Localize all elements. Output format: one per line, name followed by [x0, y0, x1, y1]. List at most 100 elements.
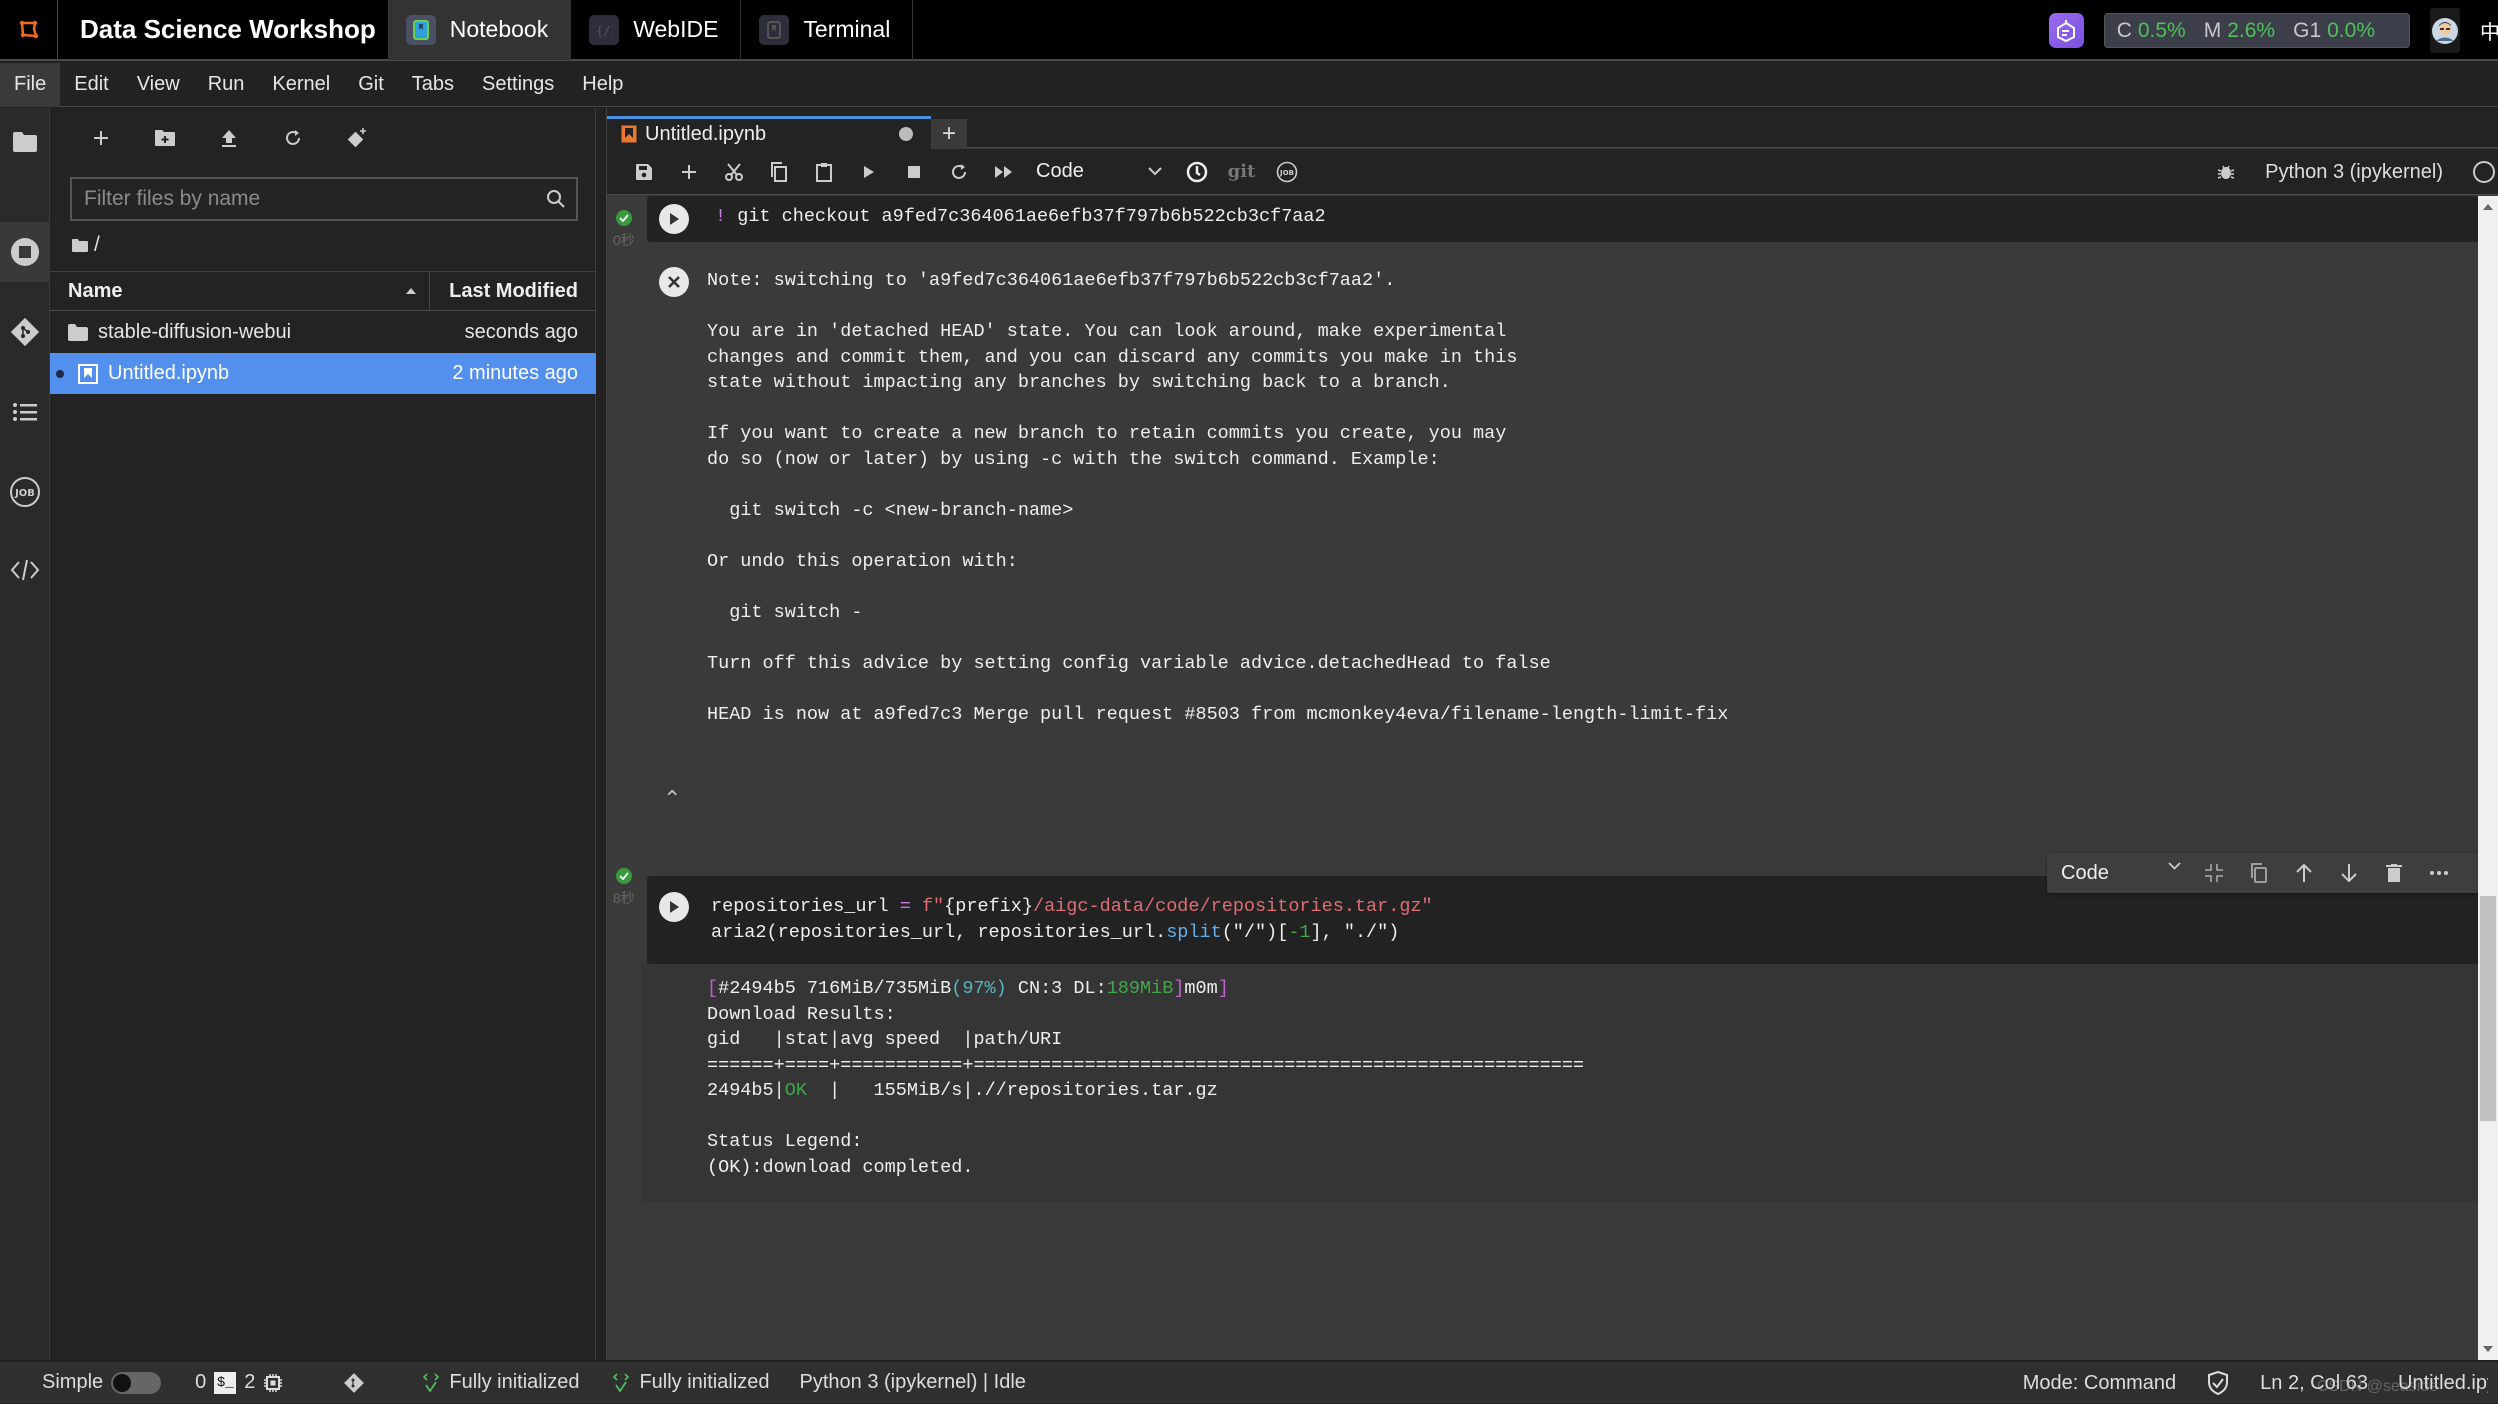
copy-button[interactable]	[756, 152, 801, 192]
notebook-icon	[78, 363, 98, 384]
upload-button[interactable]	[216, 125, 242, 151]
exec-time: 0秒	[613, 232, 635, 248]
output-line: git switch -c <new-branch-name>	[707, 499, 1074, 521]
cell-output-stderr: Note: switching to 'a9fed7c364061ae6efb3…	[707, 268, 1728, 727]
filter-files-input[interactable]	[72, 187, 536, 211]
app-title: Data Science Workshop	[80, 14, 376, 44]
output-line: Or undo this operation with:	[707, 550, 1018, 572]
history-button[interactable]	[1174, 152, 1219, 192]
kernel-name[interactable]: Python 3 (ipykernel)	[2265, 161, 2443, 184]
paste-button[interactable]	[801, 152, 846, 192]
rail-jobs[interactable]: JOB	[0, 462, 50, 522]
new-folder-button[interactable]	[152, 125, 178, 151]
notebook-tab-label: Untitled.ipynb	[645, 122, 767, 145]
language-switch[interactable]: 中	[2480, 16, 2498, 45]
tab-notebook[interactable]: Notebook	[387, 0, 572, 60]
tab-terminal[interactable]: Terminal	[741, 0, 914, 60]
interrupt-button[interactable]	[891, 152, 936, 192]
collapse-cell-button[interactable]	[2191, 863, 2236, 883]
scroll-down-arrow-icon[interactable]	[2483, 1346, 2493, 1352]
notebook-scrollbar[interactable]	[2478, 196, 2498, 1360]
notebook-icon	[405, 14, 436, 45]
new-launcher-button[interactable]	[88, 125, 114, 151]
delete-cell-button[interactable]	[2371, 864, 2416, 882]
cell-type-dropdown[interactable]: Code	[2061, 862, 2191, 885]
running-terminals[interactable]: 0 $_ 2	[195, 1371, 283, 1394]
collapse-output-icon[interactable]: ⌃	[663, 786, 681, 812]
debugger-bug-icon[interactable]	[2217, 163, 2235, 181]
insert-cell-button[interactable]	[666, 152, 711, 192]
rail-file-browser[interactable]	[0, 112, 50, 172]
menu-run[interactable]: Run	[194, 63, 259, 107]
lsp-check-icon	[423, 1372, 440, 1393]
toggle-switch[interactable]	[111, 1371, 162, 1394]
notebook-tabbar: Untitled.ipynb +	[607, 108, 2498, 149]
cell-code[interactable]: ! git checkout a9fed7c364061ae6efb37f797…	[715, 204, 1326, 230]
menu-git[interactable]: Git	[344, 63, 398, 107]
cell-code[interactable]: repositories_url = f"{prefix}/aigc-data/…	[711, 894, 1433, 945]
logo-icon	[19, 20, 38, 38]
watermark: CSDN @seaside	[2316, 1378, 2438, 1395]
column-name[interactable]: Name	[50, 271, 430, 311]
tab-webide[interactable]: {/} WebIDE	[571, 0, 742, 60]
kernel-status-text: Python 3 (ipykernel) | Idle	[799, 1371, 1026, 1393]
rail-running[interactable]	[0, 222, 50, 282]
app-logo[interactable]	[0, 0, 58, 60]
file-row[interactable]: Untitled.ipynb 2 minutes ago	[50, 353, 596, 394]
new-tab-button[interactable]: +	[931, 119, 967, 149]
refresh-button[interactable]	[280, 125, 306, 151]
rail-git[interactable]	[0, 302, 50, 362]
shield-check-icon[interactable]	[2206, 1370, 2230, 1396]
notebook-tab[interactable]: Untitled.ipynb	[607, 116, 931, 149]
menu-settings[interactable]: Settings	[468, 63, 568, 107]
cell-type-select[interactable]: Code	[1026, 160, 1174, 183]
menu-file[interactable]: File	[0, 62, 61, 107]
move-down-button[interactable]	[2326, 863, 2371, 883]
restart-run-all-button[interactable]	[981, 152, 1026, 192]
move-up-button[interactable]	[2281, 863, 2326, 883]
git-text-icon: git	[1227, 161, 1256, 182]
search-icon[interactable]	[536, 189, 576, 209]
menu-help[interactable]: Help	[568, 63, 637, 107]
rail-code[interactable]	[0, 540, 50, 600]
save-button[interactable]	[621, 152, 666, 192]
more-actions-button[interactable]	[2416, 870, 2461, 876]
notebook-cells: 0秒 ! git checkout a9fed7c364061ae6efb37f…	[607, 196, 2479, 1356]
scroll-up-arrow-icon[interactable]	[2483, 204, 2493, 210]
breadcrumb-path[interactable]: /	[94, 233, 100, 257]
svg-text:JOB: JOB	[1279, 169, 1294, 177]
run-button[interactable]	[846, 152, 891, 192]
ai-assistant-icon[interactable]	[2048, 13, 2084, 48]
git-clone-button[interactable]	[344, 125, 370, 151]
unsaved-dot-icon[interactable]	[899, 127, 913, 141]
kernel-status[interactable]: Python 3 (ipykernel) | Idle	[800, 1371, 1026, 1394]
menu-edit[interactable]: Edit	[60, 63, 122, 107]
cell-input[interactable]: ! git checkout a9fed7c364061ae6efb37f797…	[647, 196, 2479, 242]
plus-icon: +	[941, 120, 956, 147]
cut-button[interactable]	[711, 152, 756, 192]
lsp-status-1[interactable]: Fully initialized	[421, 1371, 579, 1394]
menu-kernel[interactable]: Kernel	[258, 63, 344, 107]
menu-view[interactable]: View	[123, 63, 194, 107]
file-name: stable-diffusion-webui	[98, 321, 292, 343]
avatar[interactable]	[2430, 8, 2460, 53]
run-cell-button[interactable]	[659, 892, 689, 922]
notebook-toolbar: Code git JOB Python 3 (ipykernel)	[607, 149, 2498, 195]
breadcrumb[interactable]: /	[72, 233, 100, 257]
rail-toc[interactable]	[0, 382, 50, 442]
job-button[interactable]: JOB	[1264, 152, 1309, 192]
sort-ascending-icon	[406, 288, 416, 294]
run-cell-button[interactable]	[659, 204, 689, 234]
git-status[interactable]	[343, 1372, 365, 1394]
column-last-modified[interactable]: Last Modified	[430, 280, 596, 303]
scrollbar-thumb[interactable]	[2480, 896, 2496, 1121]
file-row[interactable]: stable-diffusion-webui seconds ago	[50, 312, 596, 353]
output-line: If you want to create a new branch to re…	[707, 423, 1507, 444]
resource-monitor[interactable]: C 0.5% M 2.6% G1 0.0%	[2103, 13, 2410, 48]
menu-tabs[interactable]: Tabs	[398, 63, 468, 107]
lsp-status-2[interactable]: Fully initialized	[611, 1371, 770, 1394]
restart-button[interactable]	[936, 152, 981, 192]
duplicate-cell-button[interactable]	[2236, 863, 2281, 883]
simple-mode-toggle[interactable]: Simple	[42, 1371, 162, 1394]
git-button[interactable]: git	[1219, 152, 1264, 192]
